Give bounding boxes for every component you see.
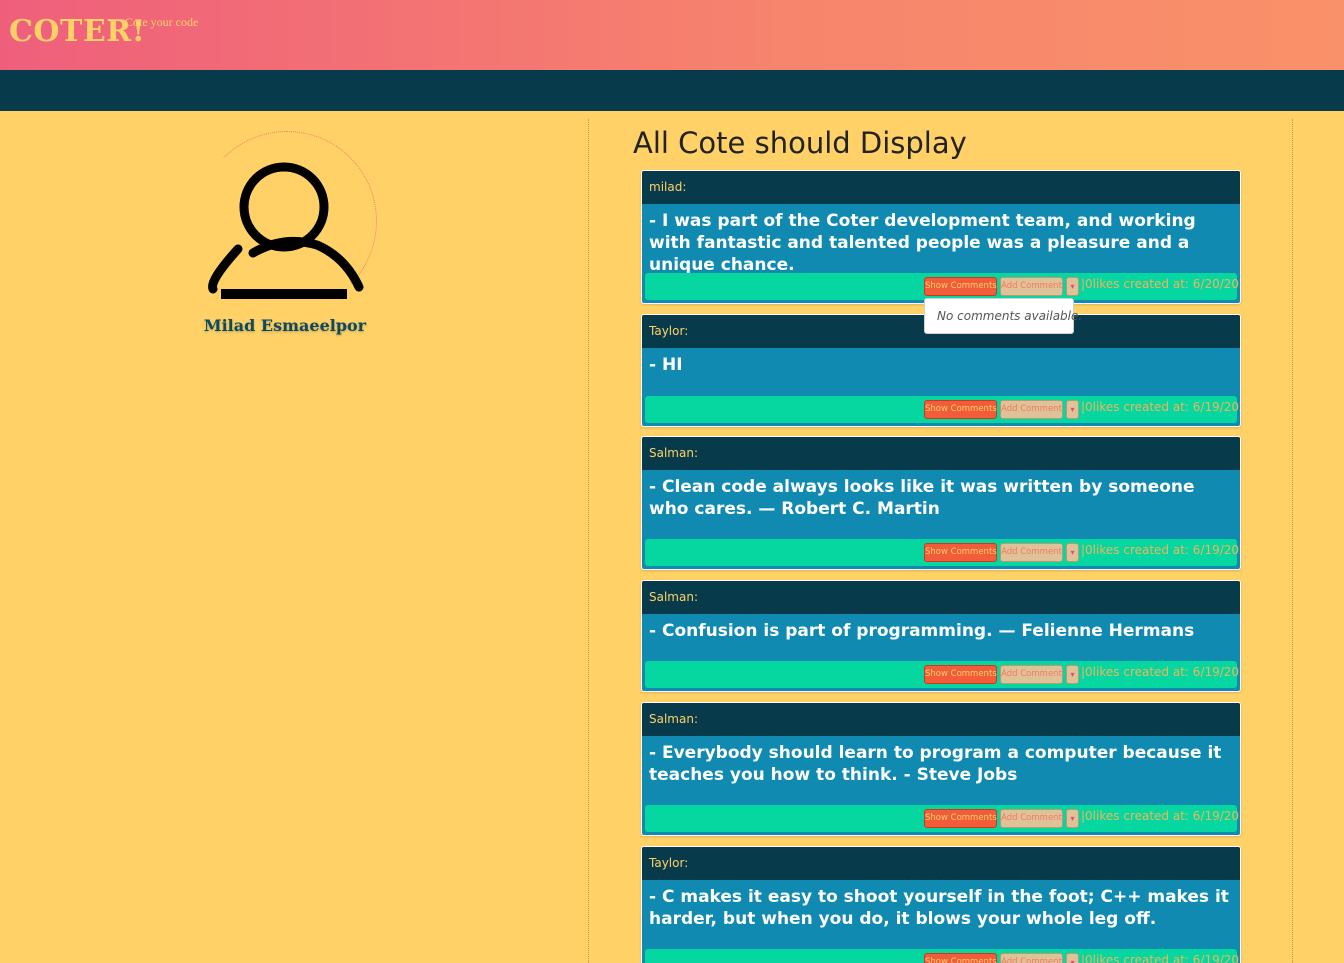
likes-count: 0likes [1085, 809, 1120, 823]
created-date: created at: 6/19/2023 [1123, 665, 1240, 679]
avatar[interactable] [197, 131, 377, 311]
show-comments-button[interactable]: Show Comments [924, 665, 997, 684]
add-comment-button[interactable]: Add Comment [1000, 809, 1063, 828]
add-comment-button[interactable]: Add Comment [1000, 277, 1063, 296]
post-footer: Show Comments Add Comment ▾ |0likes crea… [645, 805, 1240, 832]
post-author: Salman: [642, 703, 1240, 736]
post-text: - Confusion is part of programming. — Fe… [649, 621, 1195, 641]
column-divider-left [588, 119, 589, 963]
feed-title: All Cote should Display [633, 126, 967, 160]
post-footer: Show Comments Add Comment ▾ |0likes crea… [645, 273, 1240, 300]
profile-name[interactable]: Milad Esmaeelpor [180, 316, 390, 335]
profile-panel: Milad Esmaeelpor [0, 111, 588, 963]
post-card: Taylor: - C makes it easy to shoot yours… [641, 846, 1241, 963]
post-text: - Everybody should learn to program a co… [649, 743, 1222, 785]
likes-count: 0likes [1085, 400, 1120, 414]
post-meta: |0likes created at: 6/19/2023 [1081, 953, 1240, 963]
navbar [0, 70, 1344, 111]
tagline: Cote your code [125, 15, 199, 29]
show-comments-button[interactable]: Show Comments [924, 400, 997, 419]
top-banner: COTER! Cote your code [0, 0, 1344, 70]
post-text: - Clean code always looks like it was wr… [649, 477, 1195, 519]
post-meta: |0likes created at: 6/19/2023 [1081, 400, 1240, 414]
add-comment-button[interactable]: Add Comment [1000, 665, 1063, 684]
created-date: created at: 6/20/2023 [1123, 277, 1240, 291]
likes-count: 0likes [1085, 665, 1120, 679]
user-icon [208, 162, 364, 299]
post-author: Taylor: [642, 847, 1240, 880]
likes-count: 0likes [1085, 953, 1120, 963]
post-meta: |0likes created at: 6/19/2023 [1081, 543, 1240, 557]
post-card: Salman: - Everybody should learn to prog… [641, 702, 1241, 836]
created-date: created at: 6/19/2023 [1123, 543, 1240, 557]
post-author: Salman: [642, 581, 1240, 614]
post-meta: |0likes created at: 6/20/2023 [1081, 277, 1240, 291]
created-date: created at: 6/19/2023 [1123, 809, 1240, 823]
likes-count: 0likes [1085, 277, 1120, 291]
post-card: Salman: - Clean code always looks like i… [641, 436, 1241, 570]
add-comment-button[interactable]: Add Comment [1000, 953, 1063, 963]
post-card: milad: - I was part of the Coter develop… [641, 170, 1241, 304]
post-author: Salman: [642, 437, 1240, 470]
post-footer: Show Comments Add Comment ▾ |0likes crea… [645, 539, 1240, 566]
show-comments-button[interactable]: Show Comments [924, 277, 997, 296]
post-text: - HI [649, 355, 683, 375]
add-comment-button[interactable]: Add Comment [1000, 400, 1063, 419]
show-comments-button[interactable]: Show Comments [924, 953, 997, 963]
chevron-down-icon[interactable]: ▾ [1066, 400, 1079, 419]
add-comment-button[interactable]: Add Comment [1000, 543, 1063, 562]
post-footer: Show Comments Add Comment ▾ |0likes crea… [645, 396, 1240, 423]
comments-popover: No comments available. [924, 298, 1082, 334]
column-divider-right [1292, 119, 1293, 963]
created-date: created at: 6/19/2023 [1123, 953, 1240, 963]
show-comments-button[interactable]: Show Comments [924, 809, 997, 828]
chevron-down-icon[interactable]: ▾ [1066, 953, 1079, 963]
post-text: - C makes it easy to shoot yourself in t… [649, 887, 1229, 929]
post-text: - I was part of the Coter development te… [649, 211, 1196, 275]
post-footer: Show Comments Add Comment ▾ |0likes crea… [645, 949, 1240, 963]
post-meta: |0likes created at: 6/19/2023 [1081, 809, 1240, 823]
post-card: Salman: - Confusion is part of programmi… [641, 580, 1241, 692]
post-author: milad: [642, 171, 1240, 204]
created-date: created at: 6/19/2023 [1123, 400, 1240, 414]
post-meta: |0likes created at: 6/19/2023 [1081, 665, 1240, 679]
post-footer: Show Comments Add Comment ▾ |0likes crea… [645, 661, 1240, 688]
likes-count: 0likes [1085, 543, 1120, 557]
show-comments-button[interactable]: Show Comments [924, 543, 997, 562]
chevron-down-icon[interactable]: ▾ [1066, 809, 1079, 828]
chevron-down-icon[interactable]: ▾ [1066, 543, 1079, 562]
chevron-down-icon[interactable]: ▾ [1066, 277, 1079, 296]
chevron-down-icon[interactable]: ▾ [1066, 665, 1079, 684]
